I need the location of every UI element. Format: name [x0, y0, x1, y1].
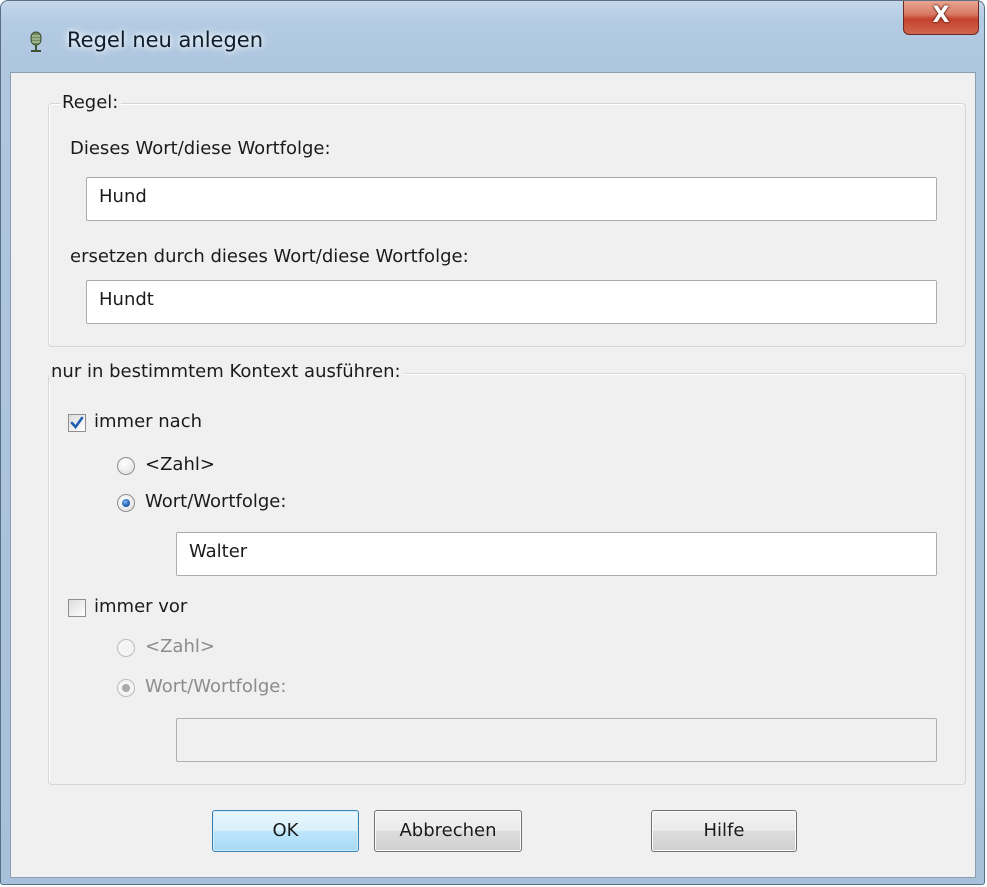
replace-input[interactable]: Hundt — [86, 280, 937, 324]
window-title: Regel neu anlegen — [67, 28, 264, 52]
always-after-label: immer nach — [94, 411, 203, 432]
close-button[interactable]: X — [903, 1, 979, 35]
after-word-label: Wort/Wortfolge: — [145, 491, 287, 512]
help-button[interactable]: Hilfe — [651, 810, 797, 852]
before-word-label: Wort/Wortfolge: — [145, 676, 287, 697]
find-label: Dieses Wort/diese Wortfolge: — [70, 138, 331, 159]
before-word-radio[interactable] — [117, 679, 135, 697]
always-after-checkbox[interactable] — [68, 414, 86, 432]
after-word-input[interactable]: Walter — [176, 532, 937, 576]
cancel-button[interactable]: Abbrechen — [374, 810, 522, 852]
microphone-icon — [30, 31, 42, 52]
after-number-radio[interactable] — [117, 457, 135, 475]
always-before-checkbox[interactable] — [68, 599, 86, 617]
before-word-input[interactable] — [176, 718, 937, 762]
checkmark-icon — [70, 416, 84, 430]
before-number-label: <Zahl> — [145, 636, 215, 657]
close-icon: X — [932, 3, 950, 28]
title-bar[interactable]: Regel neu anlegen X — [1, 1, 984, 71]
find-input[interactable]: Hund — [86, 177, 937, 221]
after-word-radio[interactable] — [117, 494, 135, 512]
after-number-label: <Zahl> — [145, 454, 215, 475]
context-group-label: nur in bestimmtem Kontext ausführen: — [49, 361, 404, 382]
dialog-client-area: Regel: Dieses Wort/diese Wortfolge: Hund… — [10, 72, 976, 878]
rule-group-label: Regel: — [60, 92, 122, 113]
replace-label: ersetzen durch dieses Wort/diese Wortfol… — [70, 246, 469, 267]
dialog-window: Regel neu anlegen X Regel: Dieses Wort/d… — [0, 0, 985, 885]
before-number-radio[interactable] — [117, 639, 135, 657]
always-before-label: immer vor — [94, 596, 188, 617]
ok-button[interactable]: OK — [212, 810, 359, 852]
